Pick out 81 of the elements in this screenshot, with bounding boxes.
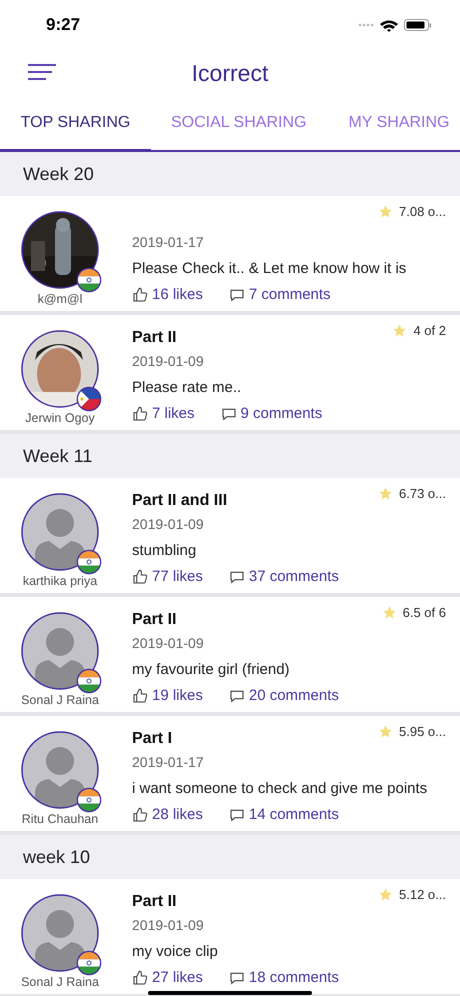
comments-button[interactable]: 14 comments xyxy=(228,806,339,823)
star-icon xyxy=(378,887,394,902)
star-icon xyxy=(378,724,394,739)
post-title: Part I xyxy=(132,730,172,749)
thumbs-up-icon xyxy=(132,406,148,422)
speech-bubble-icon xyxy=(220,406,237,420)
avatar-placeholder-icon xyxy=(21,731,99,809)
thumbs-up-icon xyxy=(132,806,148,822)
post-text: my voice clip xyxy=(132,943,218,960)
post-text: Please rate me.. xyxy=(132,379,242,396)
speech-bubble-icon xyxy=(228,808,245,822)
likes-button[interactable]: 77 likes xyxy=(132,568,203,585)
comments-button[interactable]: 20 comments xyxy=(228,687,339,704)
user-name: karthika priya xyxy=(22,574,98,588)
star-icon xyxy=(378,204,394,219)
flag-icon xyxy=(76,950,102,976)
speech-bubble-icon xyxy=(228,970,245,984)
menu-button[interactable] xyxy=(28,64,58,82)
flag-icon xyxy=(76,386,102,412)
avatar-placeholder-icon xyxy=(21,612,99,690)
likes-button[interactable]: 27 likes xyxy=(132,969,203,986)
star-icon xyxy=(378,486,394,501)
post-text: Please Check it.. & Let me know how it is xyxy=(132,260,406,277)
avatar-placeholder-icon xyxy=(21,894,99,972)
post-date: 2019-01-17 xyxy=(132,234,204,250)
score-text: 5.95 o... xyxy=(399,724,446,739)
speech-bubble-icon xyxy=(228,570,245,584)
post-text: stumbling xyxy=(132,542,196,559)
user-name: Sonal J Raina xyxy=(21,975,99,989)
post-date: 2019-01-09 xyxy=(132,353,204,369)
score-text: 7.08 o... xyxy=(399,204,446,219)
likes-button[interactable]: 16 likes xyxy=(132,286,203,303)
score-text: 6.73 o... xyxy=(399,486,446,501)
signal-icon xyxy=(358,23,374,27)
tab[interactable]: MY SHARING xyxy=(328,100,460,153)
wifi-icon xyxy=(380,18,398,32)
post-title: Part II xyxy=(132,329,176,348)
flag-icon xyxy=(76,668,102,694)
score-text: 5.12 o... xyxy=(399,887,446,902)
likes-button[interactable]: 28 likes xyxy=(132,806,203,823)
post-date: 2019-01-09 xyxy=(132,516,204,532)
section-title: week 10 xyxy=(23,846,90,868)
post-date: 2019-01-09 xyxy=(132,917,204,933)
post-title: Part II xyxy=(132,893,176,912)
post-date: 2019-01-09 xyxy=(132,635,204,651)
comments-button[interactable]: 7 comments xyxy=(228,286,331,303)
flag-icon xyxy=(76,787,102,813)
app-title: Icorrect xyxy=(192,60,268,86)
battery-icon xyxy=(404,19,432,31)
post-text: my favourite girl (friend) xyxy=(132,661,290,678)
user-name: Sonal J Raina xyxy=(21,693,99,707)
speech-bubble-icon xyxy=(228,288,245,302)
flag-icon xyxy=(76,267,102,293)
user-name: Jerwin Ogoy xyxy=(25,411,95,425)
tab[interactable]: SOCIAL SHARING xyxy=(151,100,328,153)
likes-button[interactable]: 19 likes xyxy=(132,687,203,704)
comments-button[interactable]: 18 comments xyxy=(228,969,339,986)
star-icon xyxy=(392,323,408,338)
status-time: 9:27 xyxy=(46,15,80,35)
score-text: 6.5 of 6 xyxy=(402,605,446,620)
section-title: Week 11 xyxy=(23,446,92,466)
avatar-placeholder-icon xyxy=(21,493,99,571)
user-name: Ritu Chauhan xyxy=(22,812,98,826)
comments-button[interactable]: 37 comments xyxy=(228,568,339,585)
likes-button[interactable]: 7 likes xyxy=(132,405,195,422)
post-text: i want someone to check and give me points xyxy=(132,780,428,797)
section-title: Week 20 xyxy=(23,164,94,184)
comments-button[interactable]: 9 comments xyxy=(220,405,322,422)
thumbs-up-icon xyxy=(132,568,148,584)
star-icon xyxy=(382,605,397,620)
flag-icon xyxy=(76,549,102,575)
thumbs-up-icon xyxy=(132,286,148,302)
menu-icon xyxy=(28,64,56,80)
post-title: Part II xyxy=(132,611,176,630)
user-name: k@m@l xyxy=(38,292,82,306)
thumbs-up-icon xyxy=(132,688,148,704)
score-text: 4 of 2 xyxy=(413,323,446,338)
post-date: 2019-01-17 xyxy=(132,754,204,770)
speech-bubble-icon xyxy=(228,688,245,702)
thumbs-up-icon xyxy=(132,970,148,986)
post-title: Part II and III xyxy=(132,492,228,511)
